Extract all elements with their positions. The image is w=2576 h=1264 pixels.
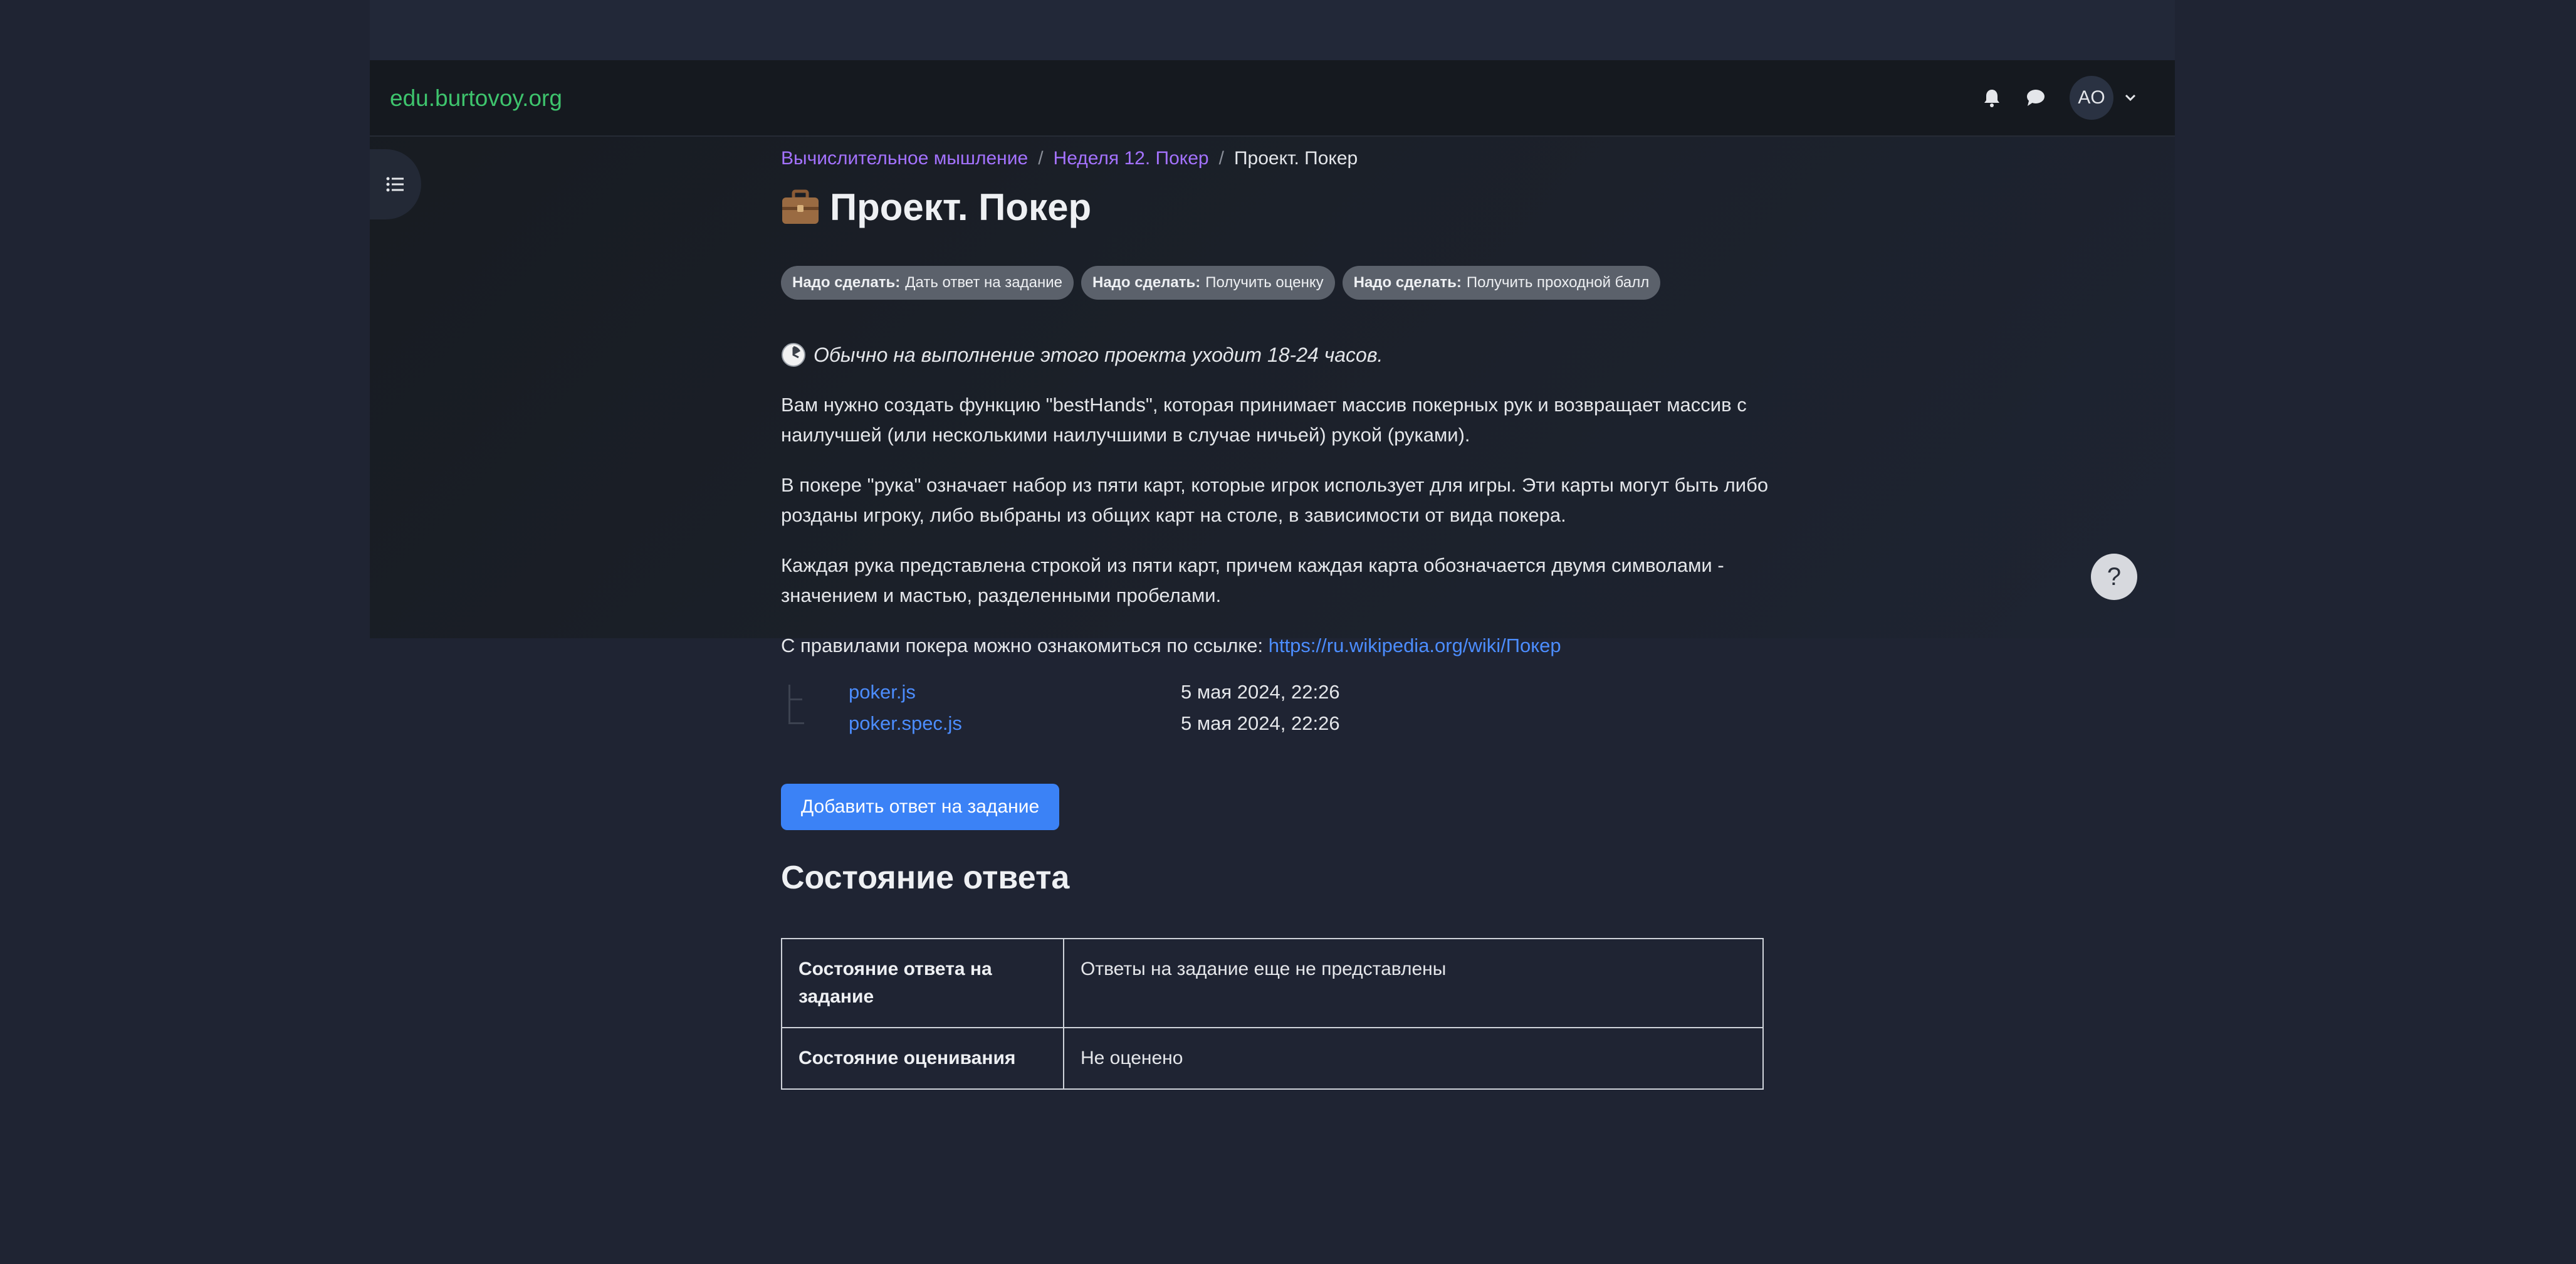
breadcrumb-current: Проект. Покер	[1233, 148, 1358, 169]
page-title-row: Проект. Покер	[781, 186, 1091, 229]
page-frame: edu.burtovoy.org AO Вычислительное мышле…	[370, 0, 2175, 1264]
completion-badge: Надо сделать: Дать ответ на задание	[781, 266, 1074, 300]
submission-status-heading: Состояние ответа	[781, 860, 1070, 896]
rules-paragraph: С правилами покера можно ознакомиться по…	[781, 631, 1784, 661]
time-estimate-text: Обычно на выполнение этого проекта уходи…	[814, 343, 1383, 366]
chevron-down-icon[interactable]	[2121, 88, 2140, 107]
site-brand-link[interactable]: edu.burtovoy.org	[390, 85, 562, 112]
user-avatar[interactable]: AO	[2070, 76, 2113, 120]
description-paragraph: В покере "рука" означает набор из пяти к…	[781, 474, 1769, 526]
table-row: Состояние ответа на задание Ответы на за…	[781, 938, 1764, 1028]
completion-badge: Надо сделать: Получить проходной балл	[1342, 266, 1661, 300]
badge-text: Получить оценку	[1205, 274, 1324, 291]
file-link[interactable]: poker.spec.js	[849, 712, 962, 735]
file-link[interactable]: poker.js	[849, 681, 916, 703]
file-tree: poker.js 5 мая 2024, 22:26 poker.spec.js…	[788, 681, 1415, 744]
description-paragraph: Каждая рука представлена строкой из пяти…	[781, 554, 1724, 606]
time-estimate: Обычно на выполнение этого проекта уходи…	[781, 342, 1383, 367]
submission-status-table: Состояние ответа на задание Ответы на за…	[781, 938, 1764, 1090]
breadcrumb-separator: /	[1218, 148, 1224, 169]
help-button[interactable]: ?	[2091, 554, 2137, 600]
badge-label: Надо сделать:	[792, 274, 901, 291]
status-key: Состояние ответа на задание	[781, 938, 1064, 1028]
messages-icon[interactable]	[2018, 80, 2053, 115]
clock-icon	[782, 343, 805, 367]
status-key: Состояние оценивания	[781, 1027, 1064, 1090]
file-date: 5 мая 2024, 22:26	[1181, 712, 1340, 734]
description-paragraph: Вам нужно создать функцию "bestHands", к…	[781, 394, 1747, 446]
table-row: Состояние оценивания Не оценено	[781, 1027, 1764, 1090]
breadcrumb-separator: /	[1038, 148, 1044, 169]
status-value: Не оценено	[1063, 1027, 1764, 1090]
completion-badge: Надо сделать: Получить оценку	[1081, 266, 1335, 300]
breadcrumb: Вычислительное мышление / Неделя 12. Покер…	[781, 148, 1358, 169]
briefcase-icon	[782, 189, 819, 224]
top-strip	[370, 0, 2175, 60]
navbar-right: AO	[1974, 75, 2140, 120]
badge-text: Дать ответ на задание	[905, 274, 1062, 291]
badge-label: Надо сделать:	[1353, 274, 1462, 291]
completion-badges: Надо сделать: Дать ответ на задание Надо …	[781, 266, 1668, 300]
badge-label: Надо сделать:	[1092, 274, 1201, 291]
page-title: Проект. Покер	[830, 186, 1092, 228]
rules-link[interactable]: https://ru.wikipedia.org/wiki/Покер	[1269, 635, 1561, 656]
breadcrumb-course-link[interactable]: Вычислительное мышление	[781, 148, 1028, 169]
add-submission-button[interactable]: Добавить ответ на задание	[781, 784, 1059, 830]
badge-text: Получить проходной балл	[1466, 274, 1650, 291]
status-value: Ответы на задание еще не представлены	[1063, 938, 1764, 1028]
breadcrumb-section-link[interactable]: Неделя 12. Покер	[1054, 148, 1209, 169]
navbar: edu.burtovoy.org AO	[370, 60, 2175, 137]
file-date: 5 мая 2024, 22:26	[1181, 681, 1340, 703]
tree-connector	[788, 685, 804, 724]
list-icon	[386, 177, 404, 192]
bell-icon[interactable]	[1974, 80, 2009, 115]
tree-connector	[788, 698, 802, 700]
rules-text: С правилами покера можно ознакомиться по…	[781, 635, 1269, 656]
